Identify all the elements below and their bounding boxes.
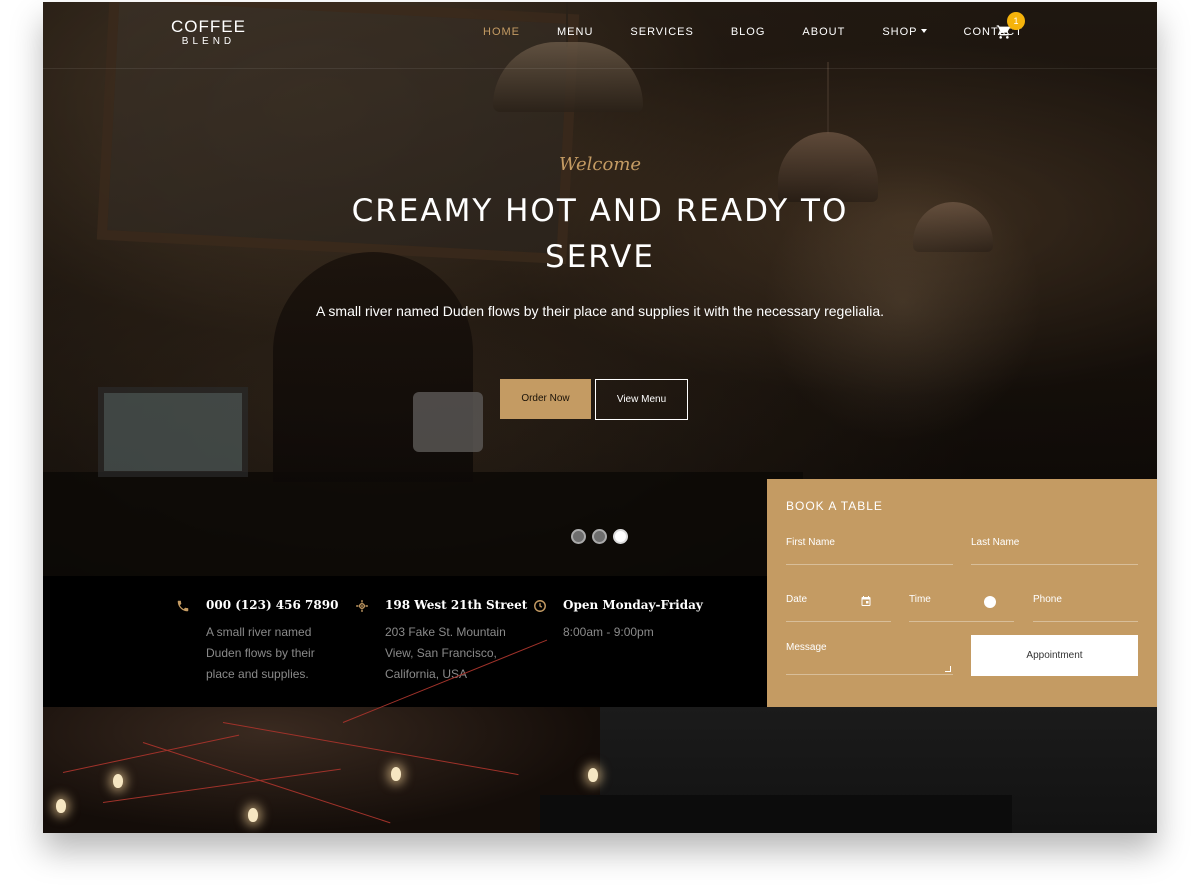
time-picker-icon xyxy=(984,596,996,608)
string-lights-image xyxy=(43,707,600,833)
phone-icon xyxy=(177,600,189,612)
nav-item-blog[interactable]: BLOG xyxy=(731,26,766,38)
info-phone-desc: A small river named Duden flows by their… xyxy=(206,625,315,681)
message-textarea[interactable]: Message xyxy=(786,642,953,675)
nav-item-shop-label: SHOP xyxy=(882,26,918,38)
light-bulb xyxy=(248,808,258,822)
phone-field[interactable]: Phone xyxy=(1033,594,1138,622)
nav-item-shop[interactable]: SHOP xyxy=(882,26,927,38)
location-icon xyxy=(356,600,368,612)
book-table-title: BOOK A TABLE xyxy=(786,499,883,513)
slider-dot-1[interactable] xyxy=(571,529,586,544)
view-menu-button[interactable]: View Menu xyxy=(595,379,688,420)
calendar-icon xyxy=(861,596,871,606)
info-phone-title[interactable]: 000 (123) 456 7890 xyxy=(206,598,338,612)
phone-placeholder: Phone xyxy=(1033,594,1062,605)
light-bulb xyxy=(391,767,401,781)
brand-logo-top: COFFEE xyxy=(171,17,246,36)
lamp-cord xyxy=(827,62,829,134)
browser-frame: COFFEE BLEND HOME MENU SERVICES BLOG ABO… xyxy=(43,2,1157,833)
slider-dots xyxy=(571,529,628,544)
nav-item-about[interactable]: ABOUT xyxy=(802,26,845,38)
resize-handle-icon[interactable] xyxy=(945,666,951,672)
slider-dot-3[interactable] xyxy=(613,529,628,544)
hero-welcome: Welcome xyxy=(558,154,642,175)
time-field[interactable]: Time xyxy=(909,594,1014,622)
contact-info-bar: 000 (123) 456 7890 A small river named D… xyxy=(43,576,767,707)
clock-icon xyxy=(534,600,546,612)
appointment-button[interactable]: Appointment xyxy=(971,635,1138,676)
cart-count-badge: 1 xyxy=(1007,12,1025,30)
register-image xyxy=(413,392,483,452)
info-hours-desc: 8:00am - 9:00pm xyxy=(563,625,654,639)
top-navbar: COFFEE BLEND HOME MENU SERVICES BLOG ABO… xyxy=(43,2,1157,69)
cart-button[interactable]: 1 xyxy=(996,12,1025,45)
counter-image xyxy=(43,472,803,576)
light-bulb xyxy=(113,774,123,788)
first-name-placeholder: First Name xyxy=(786,537,835,548)
hero-subtext: A small river named Duden flows by their… xyxy=(315,303,885,319)
last-name-placeholder: Last Name xyxy=(971,537,1020,548)
nav-menu: HOME MENU SERVICES BLOG ABOUT SHOP CONTA… xyxy=(483,26,1060,38)
brand-logo-bottom: BLEND xyxy=(181,36,236,47)
nav-item-services[interactable]: SERVICES xyxy=(630,26,693,38)
display-case-image xyxy=(98,387,248,477)
hero-headline: CREAMY HOT AND READY TO SERVE xyxy=(351,193,849,275)
order-now-button[interactable]: Order Now xyxy=(500,379,591,419)
light-bulb xyxy=(588,768,598,782)
lower-card xyxy=(540,795,1012,833)
nav-item-menu[interactable]: MENU xyxy=(557,26,593,38)
brand-logo[interactable]: COFFEE BLEND xyxy=(171,17,246,48)
date-field[interactable]: Date xyxy=(786,594,891,622)
info-address-title: 198 West 21th Street xyxy=(385,598,528,612)
book-table-form: BOOK A TABLE First Name Last Name Date T… xyxy=(767,479,1157,707)
slider-dot-2[interactable] xyxy=(592,529,607,544)
light-bulb xyxy=(56,799,66,813)
time-placeholder: Time xyxy=(909,594,931,605)
info-hours-title: Open Monday-Friday xyxy=(563,598,703,612)
first-name-field[interactable]: First Name xyxy=(786,537,953,565)
nav-item-home[interactable]: HOME xyxy=(483,26,520,38)
date-placeholder: Date xyxy=(786,594,808,605)
caret-down-icon xyxy=(920,29,927,33)
message-placeholder: Message xyxy=(786,642,827,653)
last-name-field[interactable]: Last Name xyxy=(971,537,1138,565)
